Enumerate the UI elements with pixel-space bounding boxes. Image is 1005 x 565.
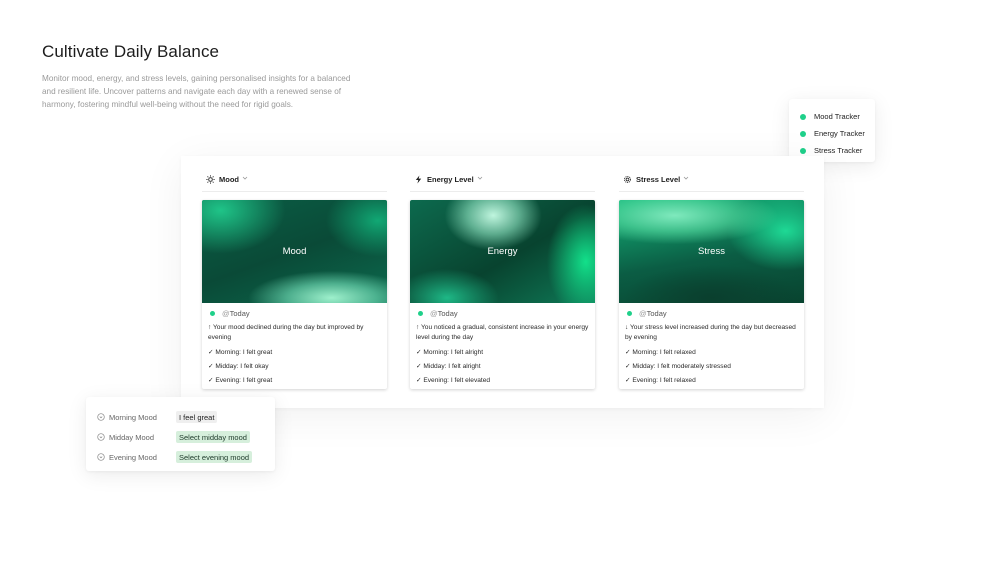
tracker-legend: Mood Tracker Energy Tracker Stress Track… [789, 99, 875, 162]
card-summary: ↓ Your stress level increased during the… [625, 324, 796, 341]
column-title: Energy Level [427, 175, 474, 184]
date-row: @ Today [416, 309, 589, 318]
column-energy: Energy Level Energy @ Today ↑ You notice… [410, 156, 595, 389]
card-cover-image: Mood [202, 200, 387, 303]
property-label-text: Midday Mood [109, 432, 155, 442]
column-stress: Stress Level Stress @ Today ↓ Your stres… [619, 156, 804, 389]
property-label-text: Morning Mood [109, 412, 157, 422]
column-title: Mood [219, 175, 239, 184]
column-header-energy[interactable]: Energy Level [410, 156, 595, 192]
card-summary: ↑ Your mood declined during the day but … [208, 324, 364, 341]
morning-mood-select[interactable]: I feel great [176, 411, 218, 423]
chevron-down-icon[interactable] [242, 175, 248, 181]
legend-label: Mood Tracker [814, 112, 860, 121]
mood-card[interactable]: Mood @ Today ↑ Your mood declined during… [202, 200, 387, 389]
tracker-board: Mood Mood @ Today ↑ Your mood declined d… [181, 156, 824, 408]
entry-midday: ✓ Midday: I felt moderately stressed [625, 363, 731, 370]
hero-section: Cultivate Daily Balance Monitor mood, en… [42, 42, 362, 111]
mention-prefix: @ [639, 309, 647, 318]
midday-mood-select[interactable]: Select midday mood [176, 431, 250, 443]
gear-icon [623, 175, 632, 184]
legend-label: Energy Tracker [814, 129, 865, 138]
date-mention[interactable]: Today [647, 309, 667, 318]
select-property-icon [97, 413, 105, 421]
property-label: Evening Mood [97, 453, 176, 462]
cover-label: Mood [282, 246, 307, 257]
column-header-stress[interactable]: Stress Level [619, 156, 804, 192]
card-cover-image: Stress [619, 200, 804, 303]
evening-mood-select[interactable]: Select evening mood [176, 451, 253, 463]
mood-properties-card: Morning Mood I feel great Midday Mood Se… [86, 397, 275, 471]
property-row-morning: Morning Mood I feel great [97, 407, 275, 427]
property-label: Midday Mood [97, 433, 176, 442]
status-dot [800, 147, 806, 154]
energy-card[interactable]: Energy @ Today ↑ You noticed a gradual, … [410, 200, 595, 389]
entry-evening: ✓ Evening: I felt great [208, 377, 273, 384]
page-title: Cultivate Daily Balance [42, 42, 220, 61]
sun-icon [206, 175, 215, 184]
entry-midday: ✓ Midday: I felt okay [208, 363, 269, 370]
status-dot [418, 311, 423, 316]
column-header-mood[interactable]: Mood [202, 156, 387, 192]
date-row: @ Today [625, 309, 798, 318]
entry-morning: ✓ Morning: I felt great [208, 349, 273, 356]
entry-morning: ✓ Morning: I felt relaxed [625, 349, 696, 356]
status-dot [627, 311, 632, 316]
date-mention[interactable]: Today [438, 309, 458, 318]
select-property-icon [97, 433, 105, 441]
mention-prefix: @ [222, 309, 230, 318]
entry-evening: ✓ Evening: I felt relaxed [625, 377, 696, 384]
chevron-down-icon[interactable] [477, 175, 483, 181]
lightning-icon [414, 175, 423, 184]
entry-evening: ✓ Evening: I felt elevated [416, 377, 491, 384]
status-dot [800, 130, 806, 137]
mention-prefix: @ [430, 309, 438, 318]
property-label-text: Evening Mood [109, 452, 157, 462]
cover-label: Stress [698, 246, 725, 257]
column-mood: Mood Mood @ Today ↑ Your mood declined d… [202, 156, 387, 389]
select-property-icon [97, 453, 105, 461]
legend-item-mood[interactable]: Mood Tracker [800, 108, 875, 125]
entry-morning: ✓ Morning: I felt alright [416, 349, 484, 356]
property-row-midday: Midday Mood Select midday mood [97, 427, 275, 447]
card-cover-image: Energy [410, 200, 595, 303]
stress-card[interactable]: Stress @ Today ↓ Your stress level incre… [619, 200, 804, 389]
card-summary: ↑ You noticed a gradual, consistent incr… [416, 324, 589, 341]
chevron-down-icon[interactable] [683, 175, 689, 181]
property-label: Morning Mood [97, 413, 176, 422]
legend-item-energy[interactable]: Energy Tracker [800, 125, 875, 142]
legend-label: Stress Tracker [814, 146, 863, 155]
date-mention[interactable]: Today [230, 309, 250, 318]
status-dot [210, 311, 215, 316]
page-description: Monitor mood, energy, and stress levels,… [42, 74, 351, 109]
cover-label: Energy [487, 246, 518, 257]
property-row-evening: Evening Mood Select evening mood [97, 447, 275, 467]
column-title: Stress Level [636, 175, 681, 184]
status-dot [800, 113, 806, 120]
entry-midday: ✓ Midday: I felt alright [416, 363, 481, 370]
date-row: @ Today [208, 309, 381, 318]
